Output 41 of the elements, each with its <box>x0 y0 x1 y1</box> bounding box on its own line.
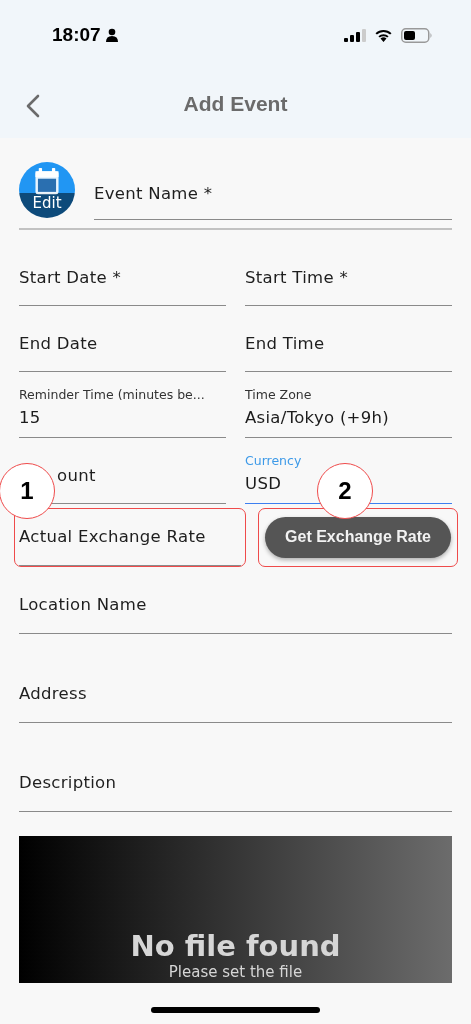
exchange-rate-field[interactable]: Actual Exchange Rate <box>19 508 241 566</box>
person-icon <box>104 28 119 42</box>
field-label: Description <box>19 773 117 792</box>
text-field[interactable]: Description <box>19 723 452 812</box>
field-label: Currency <box>245 453 302 468</box>
field-label: Start Time * <box>245 268 349 287</box>
field-value: 15 <box>19 408 41 427</box>
field-label: ount <box>57 466 96 485</box>
text-field[interactable]: Start Time * <box>245 240 452 306</box>
get-exchange-rate-button[interactable]: Get Exchange Rate <box>265 516 451 558</box>
page-title: Add Event <box>183 92 288 116</box>
text-field[interactable]: Address <box>19 634 452 723</box>
text-field[interactable]: Location Name <box>19 570 452 634</box>
text-field[interactable]: Start Date * <box>19 240 226 306</box>
field-label: Location Name <box>19 595 147 614</box>
edit-label: Edit <box>31 194 63 212</box>
annotation-number: 2 <box>317 462 373 519</box>
wifi-icon <box>374 28 393 42</box>
field-value: USD <box>245 474 282 493</box>
status-time: 18:07 <box>52 24 101 46</box>
text-field[interactable]: End Date <box>19 306 226 372</box>
signal-icon <box>344 28 366 42</box>
empty-title: No file found <box>130 931 341 963</box>
field-label: Reminder Time (minutes be... <box>19 387 205 402</box>
battery-icon <box>401 27 433 43</box>
text-field[interactable]: End Time <box>245 306 452 372</box>
text-field[interactable]: Reminder Time (minutes be... 15 <box>19 372 226 438</box>
empty-subtitle: Please set the file <box>168 963 303 981</box>
calendar-icon <box>33 168 61 196</box>
field-label: End Date <box>19 334 98 353</box>
back-icon[interactable] <box>24 94 42 118</box>
annotation-number: 1 <box>0 462 55 519</box>
field-label: Event Name * <box>94 184 213 203</box>
field-label: Address <box>19 684 87 703</box>
text-field[interactable]: Time Zone Asia/Tokyo (+9h) <box>245 372 452 438</box>
event-avatar[interactable]: Edit <box>19 162 75 218</box>
field-label: Start Date * <box>19 268 122 287</box>
text-field[interactable]: Event Name * <box>94 162 452 220</box>
field-value: Asia/Tokyo (+9h) <box>245 408 390 427</box>
field-label: Time Zone <box>245 387 312 402</box>
field-label: End Time <box>245 334 325 353</box>
